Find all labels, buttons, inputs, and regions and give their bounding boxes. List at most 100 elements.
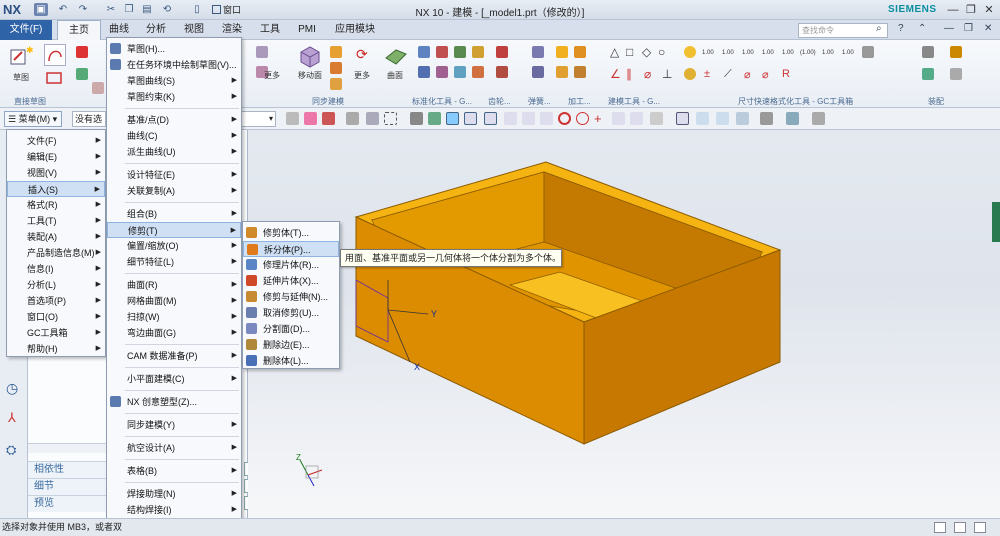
main-menu-item-11[interactable]: 窗口(O) ▶ <box>7 309 105 325</box>
dim-format-7[interactable]: 1.00 <box>822 50 834 56</box>
insert-menu-item-9[interactable]: 设计特征(E) ▶ <box>107 167 241 183</box>
circle-point-icon[interactable] <box>576 112 589 125</box>
zoom-icon[interactable] <box>696 112 709 125</box>
dim-format-6[interactable]: (1.00) <box>800 50 816 56</box>
main-menu-item-5[interactable]: 工具(T) ▶ <box>7 213 105 229</box>
select-icon-2[interactable] <box>304 112 317 125</box>
snap-icon-6[interactable] <box>504 112 517 125</box>
search-icon[interactable]: ⌕ <box>876 23 882 34</box>
dim-format-1[interactable]: 1.00 <box>702 50 714 57</box>
line-tool-icon[interactable] <box>76 68 88 80</box>
std-tool-icon-6[interactable] <box>436 66 448 78</box>
select-icon-1[interactable] <box>286 112 299 125</box>
render-style-icon[interactable] <box>760 112 773 125</box>
slope-icon[interactable]: ⟋ <box>724 68 732 81</box>
doc-minimize-icon[interactable]: — <box>944 23 954 34</box>
cross-point-icon[interactable]: + <box>594 112 607 125</box>
main-menu-item-8[interactable]: 信息(I) ▶ <box>7 261 105 277</box>
sync-icon-3[interactable] <box>330 78 342 90</box>
insert-menu-item-10[interactable]: 关联复制(A) ▶ <box>107 183 241 199</box>
perpendicular-icon[interactable]: ⊥ <box>662 67 672 81</box>
assembly-icon-1[interactable] <box>922 46 934 58</box>
feature-icon-1[interactable] <box>256 46 268 58</box>
std-tool-icon-8[interactable] <box>472 66 484 78</box>
snap-icon-4[interactable] <box>464 112 477 125</box>
snap-icon-10[interactable] <box>630 112 643 125</box>
assembly-icon-2[interactable] <box>922 68 934 80</box>
insert-menu-item-18[interactable]: 网格曲面(M) ▶ <box>107 293 241 309</box>
trim-menu-item-7[interactable]: 删除边(E)... <box>243 337 339 353</box>
insert-menu-item-35[interactable]: 结构焊接(I) ▶ <box>107 502 241 518</box>
radius-icon[interactable]: R <box>782 68 790 80</box>
std-tool-icon-5[interactable] <box>418 66 430 78</box>
minimize-button[interactable]: — <box>944 2 962 18</box>
snap-icon-8[interactable] <box>540 112 553 125</box>
sketch-button[interactable]: ✱ <box>8 44 34 70</box>
insert-menu-item-26[interactable]: NX 创意塑型(Z)... <box>107 394 241 410</box>
rectangle-icon[interactable] <box>44 70 66 86</box>
status-icon-2[interactable] <box>954 522 966 533</box>
command-search-input[interactable]: 查找命令 <box>798 23 888 38</box>
doc-restore-icon[interactable]: ❐ <box>964 23 973 34</box>
surface-button[interactable] <box>384 44 408 68</box>
main-menu-item-10[interactable]: 首选项(P) ▶ <box>7 293 105 309</box>
insert-menu-item-24[interactable]: 小平面建模(C) ▶ <box>107 371 241 387</box>
gear-icon-1[interactable] <box>496 46 508 58</box>
menu-button[interactable]: ☰ 菜单(M) ▾ <box>4 111 62 127</box>
parallel-icon[interactable]: ∥ <box>626 67 632 81</box>
status-icon-3[interactable] <box>974 522 986 533</box>
insert-menu-item-20[interactable]: 弯边曲面(G) ▶ <box>107 325 241 341</box>
orient-view-icon[interactable] <box>786 112 799 125</box>
fit-view-icon[interactable] <box>676 112 689 125</box>
insert-menu-item-28[interactable]: 同步建模(Y) ▶ <box>107 417 241 433</box>
dim-format-2[interactable]: 1.00 <box>722 50 734 56</box>
insert-menu-item-34[interactable]: 焊接助理(N) ▶ <box>107 486 241 502</box>
tab-tools[interactable]: 工具 <box>251 20 289 40</box>
insert-menu-item-14[interactable]: 偏置/缩放(O) ▶ <box>107 238 241 254</box>
insert-menu-item-0[interactable]: 草图(H)... <box>107 41 241 57</box>
close-button[interactable]: ✕ <box>980 2 998 18</box>
trim-menu-item-5[interactable]: 取消修剪(U)... <box>243 305 339 321</box>
trim-menu-item-4[interactable]: 修剪与延伸(N)... <box>243 289 339 305</box>
trim-menu-item-0[interactable]: 修剪体(T)... <box>243 225 339 241</box>
insert-menu-item-30[interactable]: 航空设计(A) ▶ <box>107 440 241 456</box>
tab-file[interactable]: 文件(F) <box>0 20 52 40</box>
snap-icon-11[interactable] <box>650 112 663 125</box>
doc-close-icon[interactable]: ✕ <box>984 23 992 34</box>
triangle-icon[interactable]: △ <box>610 45 619 59</box>
collapse-ribbon-icon[interactable]: ⌃ <box>918 23 926 34</box>
machining-icon-4[interactable] <box>574 66 586 78</box>
insert-menu-item-19[interactable]: 扫掠(W) ▶ <box>107 309 241 325</box>
main-menu-item-7[interactable]: 产品制造信息(M) ▶ <box>7 245 105 261</box>
trim-menu-item-6[interactable]: 分割面(D)... <box>243 321 339 337</box>
main-menu-item-2[interactable]: 视图(V) ▶ <box>7 165 105 181</box>
trim-menu-item-2[interactable]: 修理片体(R)... <box>243 257 339 273</box>
trim-menu-item-3[interactable]: 延伸片体(X)... <box>243 273 339 289</box>
dim-tool-icon[interactable] <box>862 46 874 58</box>
snap-icon-2[interactable] <box>428 112 441 125</box>
diameter-icon[interactable]: ⌀ <box>644 67 651 81</box>
std-tool-icon-2[interactable] <box>436 46 448 58</box>
main-menu-item-12[interactable]: GC工具箱 ▶ <box>7 325 105 341</box>
diameter-icon-2[interactable]: ⌀ <box>744 68 751 81</box>
insert-menu-item-32[interactable]: 表格(B) ▶ <box>107 463 241 479</box>
snap-icon-7[interactable] <box>522 112 535 125</box>
circle-tool-icon[interactable] <box>76 46 88 58</box>
box-select-icon[interactable] <box>384 112 397 125</box>
center-point-icon[interactable] <box>558 112 571 125</box>
layout-icon[interactable] <box>736 112 749 125</box>
main-menu-item-0[interactable]: 文件(F) ▶ <box>7 133 105 149</box>
more-label-2[interactable]: 更多 <box>350 70 374 81</box>
assembly-icon-3[interactable] <box>950 46 962 58</box>
std-tool-icon-1[interactable] <box>418 46 430 58</box>
main-menu-item-9[interactable]: 分析(L) ▶ <box>7 277 105 293</box>
std-tool-icon-7[interactable] <box>454 66 466 78</box>
insert-menu-item-22[interactable]: CAM 数据准备(P) ▶ <box>107 348 241 364</box>
insert-menu-item-13[interactable]: 修剪(T) ▶ <box>107 222 241 238</box>
main-menu-item-13[interactable]: 帮助(H) ▶ <box>7 341 105 357</box>
role-icon[interactable]: ⛭ <box>6 442 16 458</box>
circle-icon[interactable]: ○ <box>658 45 665 59</box>
select-icon-5[interactable] <box>366 112 379 125</box>
gear-icon-2[interactable] <box>496 66 508 78</box>
trim-menu-item-1[interactable]: 拆分体(P)... <box>243 241 339 257</box>
